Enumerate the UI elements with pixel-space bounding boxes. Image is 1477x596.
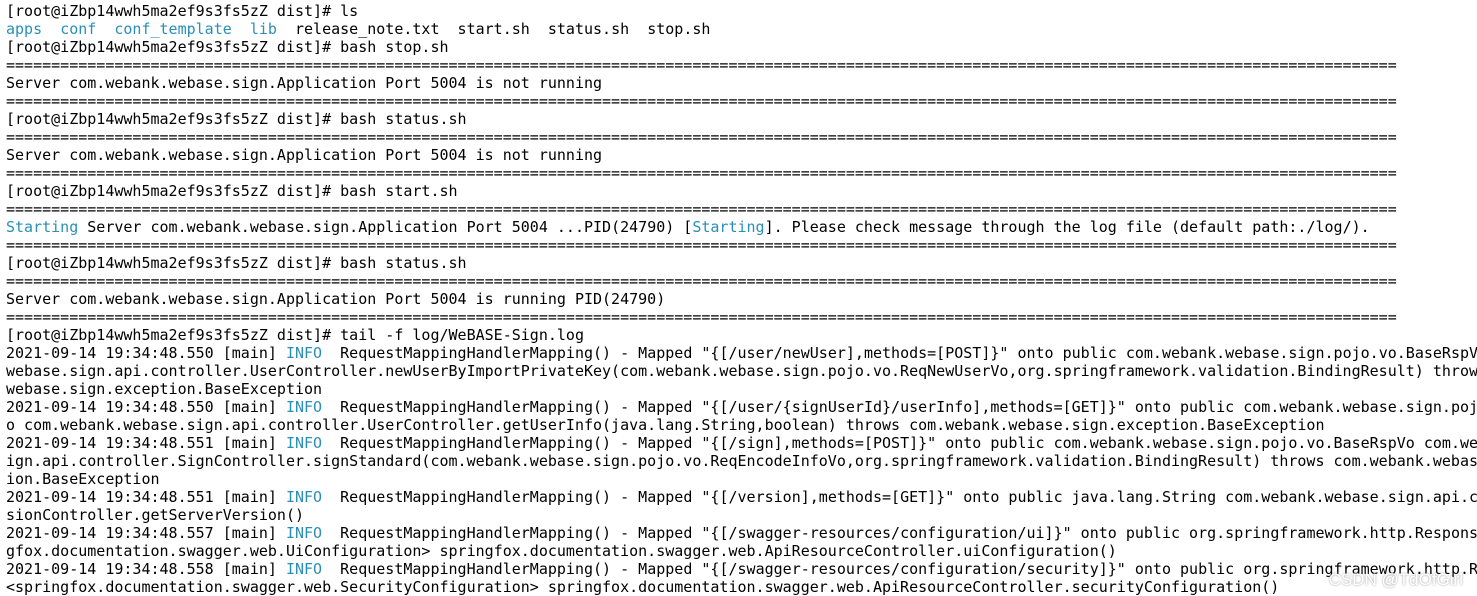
terminal-line: 2021-09-14 19:34:48.550 [main] INFO Requ… (6, 398, 1477, 416)
terminal-text: 2021-09-14 19:34:48.557 [main] (6, 524, 286, 542)
terminal-text: Server com.webank.webase.sign.Applicatio… (6, 290, 666, 308)
terminal-line: Server com.webank.webase.sign.Applicatio… (6, 74, 1477, 92)
terminal-line: ========================================… (6, 272, 1477, 290)
terminal-text: ========================================… (6, 164, 1397, 182)
terminal-text: ]. Please check message through the log … (764, 218, 1370, 236)
terminal-line: o com.webank.webase.sign.api.controller.… (6, 416, 1477, 434)
terminal-text: [root@iZbp14wwh5ma2ef9s3fs5zZ dist]# bas… (6, 254, 467, 272)
terminal-text: 2021-09-14 19:34:48.550 [main] (6, 398, 286, 416)
terminal-text: Server com.webank.webase.sign.Applicatio… (6, 74, 603, 92)
terminal-text: ign.api.controller.SignController.signSt… (6, 452, 1477, 470)
terminal-line: ========================================… (6, 200, 1477, 218)
terminal-text: Server com.webank.webase.sign.Applicatio… (6, 146, 603, 164)
terminal-text: webase.sign.api.controller.UserControlle… (6, 362, 1477, 380)
highlighted-text: lib (249, 20, 277, 38)
terminal-line: ========================================… (6, 308, 1477, 326)
terminal-line: ign.api.controller.SignController.signSt… (6, 452, 1477, 470)
terminal-line: ========================================… (6, 92, 1477, 110)
terminal-line: 2021-09-14 19:34:48.551 [main] INFO Requ… (6, 488, 1477, 506)
terminal-text: ion.BaseException (6, 470, 160, 488)
terminal-line: <springfox.documentation.swagger.web.Sec… (6, 578, 1477, 596)
terminal-line: 2021-09-14 19:34:48.550 [main] INFO Requ… (6, 344, 1477, 362)
terminal-text: ========================================… (6, 308, 1397, 326)
highlighted-text: INFO (285, 344, 323, 362)
terminal-line: Starting Server com.webank.webase.sign.A… (6, 218, 1477, 236)
terminal-line: ========================================… (6, 164, 1477, 182)
terminal-text: o com.webank.webase.sign.api.controller.… (6, 416, 1325, 434)
terminal-text: RequestMappingHandlerMapping() - Mapped … (322, 524, 1477, 542)
highlighted-text: Starting (6, 218, 79, 236)
terminal-text: ========================================… (6, 200, 1397, 218)
terminal-text: [root@iZbp14wwh5ma2ef9s3fs5zZ dist]# bas… (6, 38, 449, 56)
terminal-line: ========================================… (6, 128, 1477, 146)
terminal-text: RequestMappingHandlerMapping() - Mapped … (322, 434, 1477, 452)
terminal-line: sionController.getServerVersion() (6, 506, 1477, 524)
terminal-line: webase.sign.api.controller.UserControlle… (6, 362, 1477, 380)
terminal-line: webase.sign.exception.BaseException (6, 380, 1477, 398)
terminal-text: 2021-09-14 19:34:48.551 [main] (6, 488, 286, 506)
terminal-text: [root@iZbp14wwh5ma2ef9s3fs5zZ dist]# ls (6, 2, 359, 20)
highlighted-text: INFO (285, 398, 323, 416)
terminal-line: Server com.webank.webase.sign.Applicatio… (6, 146, 1477, 164)
terminal-text: release_note.txt start.sh status.sh stop… (276, 20, 711, 38)
terminal-text: RequestMappingHandlerMapping() - Mapped … (322, 488, 1477, 506)
terminal-text: Server com.webank.webase.sign.Applicatio… (78, 218, 693, 236)
highlighted-text: INFO (285, 524, 323, 542)
terminal-text: [root@iZbp14wwh5ma2ef9s3fs5zZ dist]# bas… (6, 182, 458, 200)
terminal-line: ========================================… (6, 236, 1477, 254)
terminal-text: ========================================… (6, 272, 1397, 290)
watermark: CSDN @TdOfGirl (1328, 570, 1463, 589)
terminal-text: ========================================… (6, 92, 1397, 110)
highlighted-text: INFO (285, 488, 323, 506)
terminal-text: ========================================… (6, 56, 1397, 74)
highlighted-text: conf (60, 20, 97, 38)
terminal-text: gfox.documentation.swagger.web.UiConfigu… (6, 542, 1117, 560)
terminal-line: [root@iZbp14wwh5ma2ef9s3fs5zZ dist]# bas… (6, 38, 1477, 56)
terminal-text: sionController.getServerVersion() (6, 506, 305, 524)
highlighted-text: INFO (285, 434, 323, 452)
highlighted-text: INFO (285, 560, 323, 578)
terminal-line: [root@iZbp14wwh5ma2ef9s3fs5zZ dist]# tai… (6, 326, 1477, 344)
terminal-text: [root@iZbp14wwh5ma2ef9s3fs5zZ dist]# tai… (6, 326, 584, 344)
terminal-line: 2021-09-14 19:34:48.557 [main] INFO Requ… (6, 524, 1477, 542)
terminal-line: [root@iZbp14wwh5ma2ef9s3fs5zZ dist]# ls (6, 2, 1477, 20)
terminal-text: 2021-09-14 19:34:48.550 [main] (6, 344, 286, 362)
terminal-line: apps conf conf_template lib release_note… (6, 20, 1477, 38)
terminal-text: ========================================… (6, 236, 1397, 254)
terminal-line: Server com.webank.webase.sign.Applicatio… (6, 290, 1477, 308)
terminal-line: gfox.documentation.swagger.web.UiConfigu… (6, 542, 1477, 560)
highlighted-text: Starting (692, 218, 765, 236)
terminal-line: ion.BaseException (6, 470, 1477, 488)
terminal-text: <springfox.documentation.swagger.web.Sec… (6, 578, 1280, 596)
terminal-line: [root@iZbp14wwh5ma2ef9s3fs5zZ dist]# bas… (6, 110, 1477, 128)
terminal-text: webase.sign.exception.BaseException (6, 380, 323, 398)
highlighted-text: conf_template (114, 20, 232, 38)
terminal-window[interactable]: [root@iZbp14wwh5ma2ef9s3fs5zZ dist]# ls a… (0, 0, 1477, 596)
terminal-line: ========================================… (6, 56, 1477, 74)
terminal-line: 2021-09-14 19:34:48.551 [main] INFO Requ… (6, 434, 1477, 452)
terminal-text: RequestMappingHandlerMapping() - Mapped … (322, 398, 1477, 416)
terminal-line: [root@iZbp14wwh5ma2ef9s3fs5zZ dist]# bas… (6, 182, 1477, 200)
terminal-text: RequestMappingHandlerMapping() - Mapped … (322, 560, 1477, 578)
terminal-line: [root@iZbp14wwh5ma2ef9s3fs5zZ dist]# bas… (6, 254, 1477, 272)
terminal-text: RequestMappingHandlerMapping() - Mapped … (322, 344, 1477, 362)
terminal-line: 2021-09-14 19:34:48.558 [main] INFO Requ… (6, 560, 1477, 578)
terminal-text: ========================================… (6, 128, 1397, 146)
terminal-text: 2021-09-14 19:34:48.551 [main] (6, 434, 286, 452)
terminal-text: [root@iZbp14wwh5ma2ef9s3fs5zZ dist]# bas… (6, 110, 467, 128)
terminal-output: [root@iZbp14wwh5ma2ef9s3fs5zZ dist]# ls a… (6, 2, 1477, 596)
highlighted-text: apps (6, 20, 43, 38)
terminal-text: 2021-09-14 19:34:48.558 [main] (6, 560, 286, 578)
